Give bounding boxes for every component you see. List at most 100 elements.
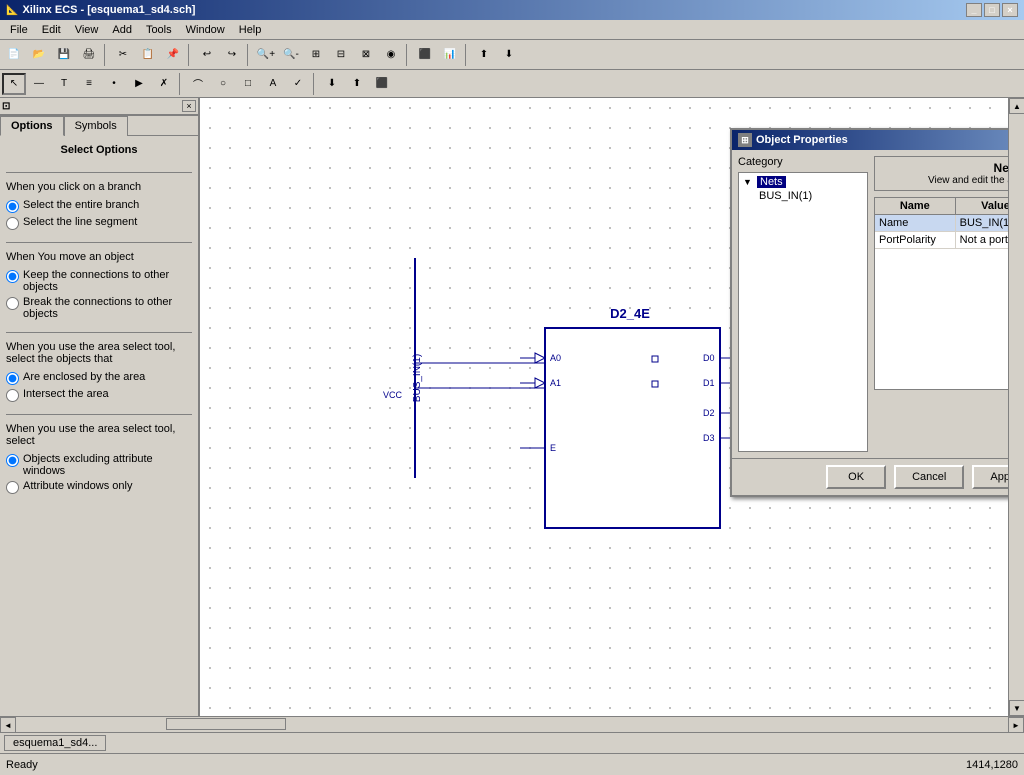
area-option-0[interactable]: Are enclosed by the area [6,371,192,385]
noconn-tool[interactable]: ✗ [152,73,176,95]
cut-button[interactable]: ✂ [111,44,135,66]
section-move-header: When You move an object [6,251,192,263]
zoom-button5[interactable]: ⊠ [354,44,378,66]
area2-radio-group: Objects excluding attribute windows Attr… [6,453,192,494]
zoom-button6[interactable]: ◉ [379,44,403,66]
tool2[interactable]: 📊 [438,44,462,66]
junction-tool[interactable]: • [102,73,126,95]
sep5 [465,44,469,66]
click-radio-1[interactable] [6,217,19,230]
hier-down[interactable]: ⬇ [497,44,521,66]
area2-option-0-label: Objects excluding attribute windows [23,453,192,477]
save-button[interactable]: 💾 [52,44,76,66]
bus-tool[interactable]: ≡ [77,73,101,95]
category-tree[interactable]: ▼ Nets BUS_IN(1) [738,172,868,452]
minimize-button[interactable]: _ [966,3,982,17]
area2-radio-0[interactable] [6,454,19,467]
area-option-1[interactable]: Intersect the area [6,388,192,402]
area-radio-0[interactable] [6,372,19,385]
section-area2-header: When you use the area select tool, selec… [6,423,192,447]
scroll-left-button[interactable]: ◄ [0,717,16,733]
select-tool[interactable]: ↖ [2,73,26,95]
panel-content: Select Options When you click on a branc… [0,136,198,502]
panel-close-button[interactable]: × [182,100,196,112]
menu-file[interactable]: File [4,23,34,37]
tab-symbols[interactable]: Symbols [64,116,128,136]
scroll-up-button[interactable]: ▲ [1009,98,1024,114]
port-tool[interactable]: ▶ [127,73,151,95]
area2-option-0[interactable]: Objects excluding attribute windows [6,453,192,477]
move-radio-0[interactable] [6,270,19,283]
click-option-1[interactable]: Select the line segment [6,216,192,230]
wire-tool[interactable]: — [27,73,51,95]
zoom-in-button[interactable]: 🔍+ [254,44,278,66]
open-button[interactable]: 📂 [27,44,51,66]
menu-help[interactable]: Help [233,23,268,37]
bus-entry[interactable]: ⬛ [370,73,394,95]
attr-row-0[interactable]: Name BUS_IN(1) Add [875,215,1008,232]
rect-tool[interactable]: □ [236,73,260,95]
menu-view[interactable]: View [69,23,105,37]
h-scroll-track[interactable] [16,717,1008,732]
zoom-out-button[interactable]: 🔍- [279,44,303,66]
hier-up[interactable]: ⬆ [472,44,496,66]
section-area-header: When you use the area select tool, selec… [6,341,192,365]
paste-button[interactable]: 📌 [161,44,185,66]
copy-button[interactable]: 📋 [136,44,160,66]
tab-options[interactable]: Options [0,116,64,136]
check-tool[interactable]: ✓ [286,73,310,95]
title-bar-text: Xilinx ECS - [esquema1_sd4.sch] [22,4,195,16]
tree-nets[interactable]: ▼ Nets [741,175,865,189]
scroll-track[interactable] [1009,114,1024,700]
h-scroll-thumb[interactable] [166,718,286,730]
schematic-area[interactable]: BUS_IN(1) D2_4E A0 A1 E D0 [200,98,1008,716]
add-component[interactable]: ⬇ [320,73,344,95]
title-bar-buttons: _ □ × [966,3,1018,17]
move-option-0[interactable]: Keep the connections to other objects [6,269,192,293]
menu-window[interactable]: Window [180,23,231,37]
area2-radio-1[interactable] [6,481,19,494]
move-radio-1[interactable] [6,297,19,310]
move-option-1-label: Break the connections to other objects [23,296,192,320]
doc-tab[interactable]: esquema1_sd4... [4,735,106,751]
zoom-fit-button[interactable]: ⊞ [304,44,328,66]
circle-tool[interactable]: ○ [211,73,235,95]
svg-text:D3: D3 [703,433,715,443]
area2-option-1[interactable]: Attribute windows only [6,480,192,494]
object-properties-dialog[interactable]: ⊞ Object Properties × Category ▼ Nets [730,128,1008,497]
scroll-right-button[interactable]: ► [1008,717,1024,733]
menu-tools[interactable]: Tools [140,23,178,37]
cancel-button[interactable]: Cancel [894,465,964,489]
close-button[interactable]: × [1002,3,1018,17]
tab-strip: esquema1_sd4... [0,732,1024,753]
menu-edit[interactable]: Edit [36,23,67,37]
move-option-1[interactable]: Break the connections to other objects [6,296,192,320]
menu-add[interactable]: Add [106,23,138,37]
add-power[interactable]: ⬆ [345,73,369,95]
click-option-0[interactable]: Select the entire branch [6,199,192,213]
section-area-select2: When you use the area select tool, selec… [6,414,192,494]
new-button[interactable]: 📄 [2,44,26,66]
maximize-button[interactable]: □ [984,3,1000,17]
undo-button[interactable]: ↩ [195,44,219,66]
zoom-area-button[interactable]: ⊟ [329,44,353,66]
dialog-right-panel: Net Attributes View and edit the attribu… [874,156,1008,452]
label-tool[interactable]: A [261,73,285,95]
right-scrollbar[interactable]: ▲ ▼ [1008,98,1024,716]
area-option-0-label: Are enclosed by the area [23,371,145,383]
col-name: Name [875,198,956,214]
text-tool[interactable]: T [52,73,76,95]
area-radio-1[interactable] [6,389,19,402]
dialog-bottom-buttons: OK Cancel Apply Help [732,458,1008,495]
redo-button[interactable]: ↪ [220,44,244,66]
attr-row-1[interactable]: PortPolarity Not a port Add [875,232,1008,249]
ok-button[interactable]: OK [826,465,886,489]
tool1[interactable]: ⬛ [413,44,437,66]
tree-bus-in[interactable]: BUS_IN(1) [741,189,865,203]
svg-text:BUS_IN(1): BUS_IN(1) [412,354,423,402]
print-button[interactable]: 🖨 [77,44,101,66]
apply-button[interactable]: Apply [972,465,1008,489]
scroll-down-button[interactable]: ▼ [1009,700,1024,716]
arc-tool[interactable]: ⌒ [186,73,210,95]
click-radio-0[interactable] [6,200,19,213]
